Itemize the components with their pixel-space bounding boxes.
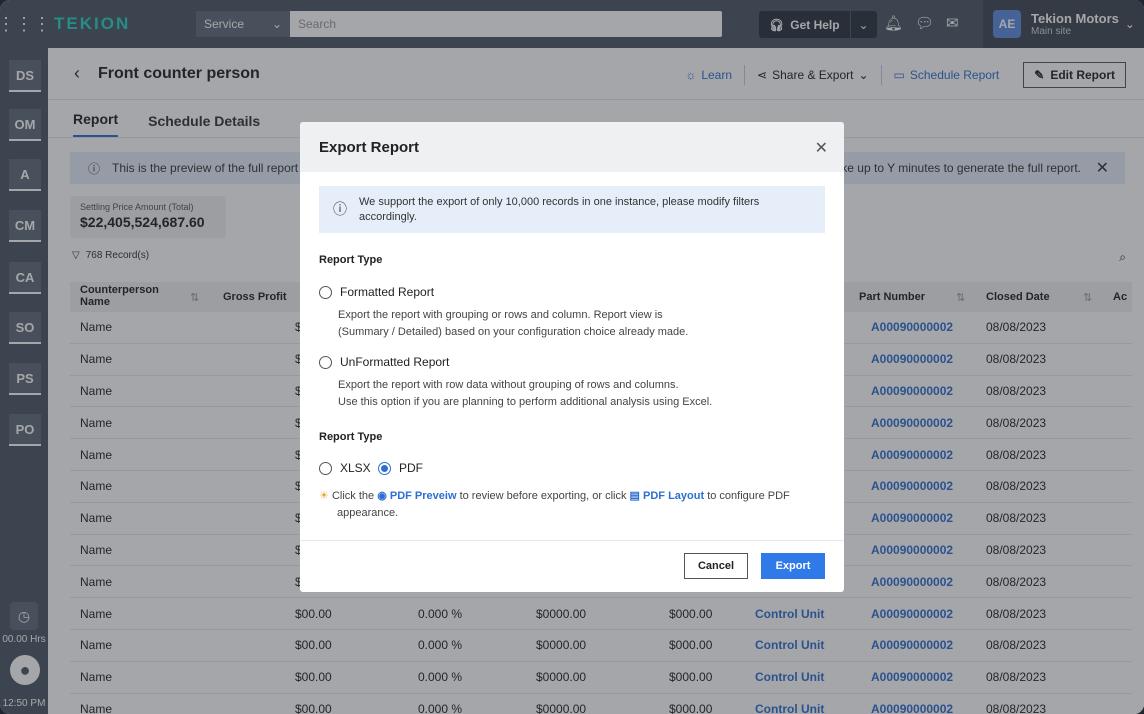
report-type-label: Report Type <box>319 254 383 266</box>
unformatted-report-desc: Export the report with row data without … <box>338 377 808 411</box>
modal-info-box: ⓘ We support the export of only 10,000 r… <box>319 186 825 233</box>
radio-circle-selected[interactable] <box>378 461 391 475</box>
pdf-layout-link[interactable]: PDF Layout <box>643 490 704 502</box>
desc-line: Export the report with grouping or rows … <box>338 309 663 321</box>
desc-line: (Summary / Detailed) based on your confi… <box>338 326 689 338</box>
hint-end2: appearance. <box>337 507 399 519</box>
export-button[interactable]: Export <box>761 553 825 579</box>
radio-xlsx[interactable]: XLSX <box>319 461 371 475</box>
pdf-label: PDF <box>399 461 423 475</box>
radio-unformatted-report[interactable]: UnFormatted Report <box>319 355 449 369</box>
eye-icon: ◉ <box>377 490 387 502</box>
hint-end: to configure PDF <box>707 490 790 502</box>
radio-pdf[interactable]: PDF <box>378 461 423 475</box>
radio-circle[interactable] <box>319 285 332 299</box>
formatted-report-label: Formatted Report <box>340 285 435 299</box>
modal-info-text: We support the export of only 10,000 rec… <box>359 195 760 223</box>
hint-mid: to review before exporting, or click <box>459 490 627 502</box>
hint-click: Click the <box>331 490 375 502</box>
formatted-report-desc: Export the report with grouping or rows … <box>338 307 808 341</box>
pdf-hint: ☀ Click the ◉ PDF Preveiw to review befo… <box>319 488 829 522</box>
modal-title: Export Report <box>319 138 420 156</box>
modal-header: Export Report ✕ <box>300 122 844 172</box>
radio-circle[interactable] <box>319 461 332 475</box>
info-icon: ⓘ <box>333 201 347 217</box>
app-window: ⋮⋮⋮ TEKION Service ⌄ Search 🎧︎ Get Help … <box>0 0 1144 714</box>
desc-line: Use this option if you are planning to p… <box>338 396 713 408</box>
radio-formatted-report[interactable]: Formatted Report <box>319 285 434 299</box>
file-type-label: Report Type <box>319 431 383 443</box>
lightbulb-icon: ☀ <box>319 490 329 502</box>
layout-icon: ▤ <box>629 490 640 502</box>
close-icon[interactable]: ✕ <box>815 138 828 158</box>
unformatted-report-label: UnFormatted Report <box>340 355 450 369</box>
desc-line: Export the report with row data without … <box>338 379 679 391</box>
pdf-preview-link[interactable]: PDF Preveiw <box>390 490 457 502</box>
cancel-button[interactable]: Cancel <box>684 553 748 579</box>
modal-footer: Cancel Export <box>300 540 844 592</box>
xlsx-label: XLSX <box>340 461 371 475</box>
export-report-modal: Export Report ✕ ⓘ We support the export … <box>300 122 844 592</box>
radio-circle[interactable] <box>319 355 332 369</box>
